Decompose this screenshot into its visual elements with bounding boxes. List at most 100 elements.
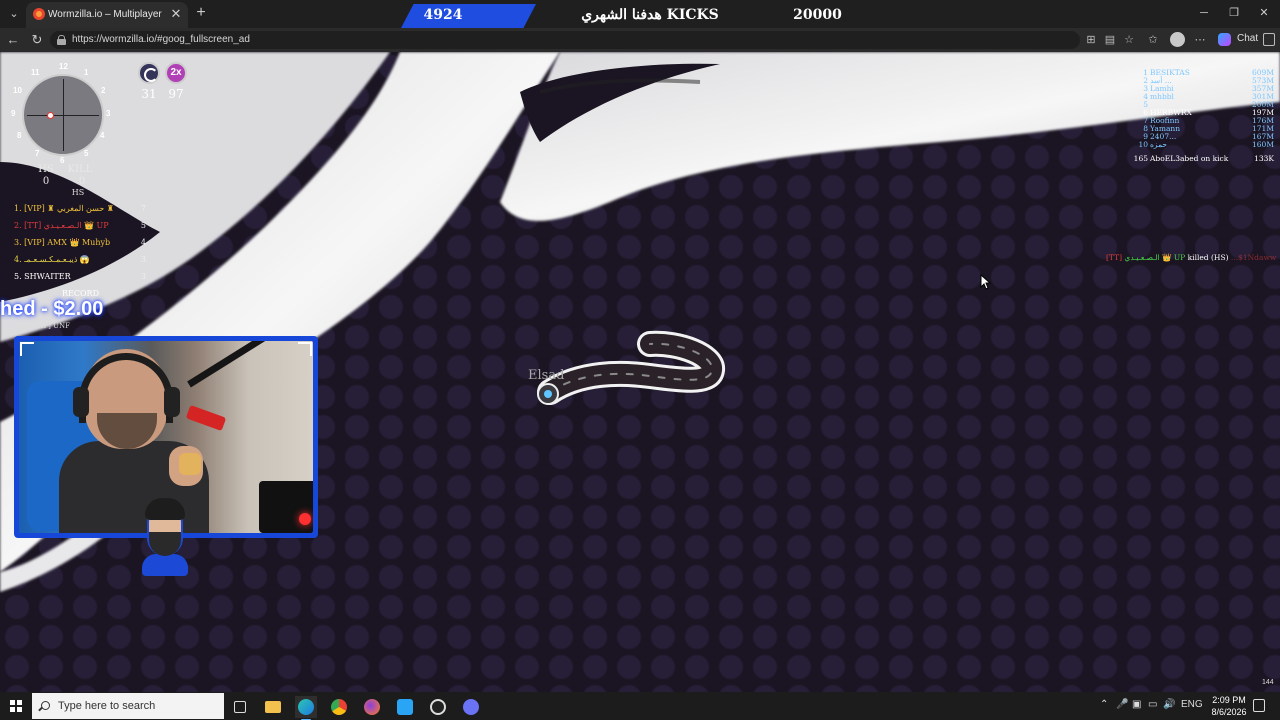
killfeed-tag: [TT]: [1106, 253, 1122, 262]
minimap-player-marker: [47, 112, 54, 119]
streamer-avatar-hair: [145, 498, 185, 520]
double-score-icon: 2x: [165, 62, 187, 84]
clock-11: 11: [31, 68, 40, 77]
kill-value: 0: [78, 176, 86, 187]
clock-9: 9: [11, 109, 16, 118]
minimize-icon[interactable]: ─: [1197, 5, 1211, 21]
clock-10: 10: [13, 86, 22, 95]
banner-current-value: 4924: [423, 7, 463, 23]
kill-leader-value: 3: [140, 272, 146, 281]
ring-buff-icon: [138, 62, 160, 84]
kill-leader-name: 5. SHWAITER: [14, 272, 71, 281]
clock-5: 5: [84, 149, 89, 158]
chrome-icon[interactable]: [328, 696, 350, 718]
kill-leaderboard-row: 3. [VIP] AMX 👑 Muhyb 4: [14, 238, 146, 252]
killfeed-action: killed (HS): [1187, 253, 1229, 262]
kill-feed: [TT] الـصـعـيـدي 👑 UP killed (HS) ...$1N…: [1106, 253, 1278, 265]
language-indicator[interactable]: ENG: [1181, 699, 1203, 710]
network-icon[interactable]: ▭: [1148, 699, 1157, 710]
reader-view-icon[interactable]: ▤: [1103, 33, 1117, 47]
browser-tab[interactable]: Wormzilla.io – Multiplayer Snake G ✕: [26, 2, 188, 28]
cam-headset-ear-left: [73, 387, 89, 417]
address-bar[interactable]: https://wormzilla.io/#goog_fullscreen_ad: [50, 31, 1080, 49]
kill-leaderboard-row: 2. [TT] الـصـعـيـدي 👑 UP 5: [14, 221, 146, 235]
taskbar-date[interactable]: 8/6/2026: [1206, 707, 1252, 717]
hs-value: 0: [42, 176, 50, 187]
killfeed-victim: ...$1Ndaww: [1230, 253, 1277, 262]
apps-icon[interactable]: ⊞: [1084, 33, 1098, 47]
favorite-star-icon[interactable]: ☆: [1122, 33, 1136, 47]
browser-toolbar: ← ↻ https://wormzilla.io/#goog_fullscree…: [0, 28, 1280, 52]
new-tab-button[interactable]: +: [192, 4, 210, 22]
donation-alert: hed - $2.00: [0, 296, 132, 322]
kill-leader-value: 7: [140, 204, 146, 213]
my-rank: 165: [1133, 154, 1148, 163]
microphone-icon[interactable]: 🎤: [1116, 699, 1128, 710]
taskbar-time[interactable]: 2:09 PM: [1206, 695, 1252, 705]
task-view-icon[interactable]: [229, 696, 251, 718]
close-window-icon[interactable]: ✕: [1257, 5, 1271, 21]
clock-2: 2: [101, 86, 106, 95]
windows-start-icon[interactable]: [10, 700, 22, 712]
sidebar-toggle-icon[interactable]: [1263, 33, 1275, 46]
clock-3: 3: [106, 109, 111, 118]
back-arrow-icon[interactable]: ←: [5, 32, 21, 48]
show-hidden-icons[interactable]: ⌃: [1100, 699, 1108, 710]
kill-leader-name: 1. [VIP] ♜ حسن المغربي ♜: [14, 204, 114, 213]
kill-leader-name: 3. [VIP] AMX 👑 Muhyb: [14, 238, 111, 247]
obs-icon[interactable]: [427, 696, 449, 718]
donation-sub-text: 2. [VIP] UNF: [24, 322, 71, 330]
leaderboard-name: حمزه: [1150, 140, 1168, 149]
mouse-cursor-icon: [980, 274, 992, 290]
cam-pc-led: [299, 513, 311, 525]
my-score: 133K: [1254, 154, 1274, 163]
minimap-zoom-label: 1x: [104, 153, 113, 162]
kill-leader-name: 4. ذيبـعـمـكـسـعـمـ 😱: [14, 255, 90, 264]
kill-leader-name: 2. [TT] الـصـعـيـدي 👑 UP: [14, 221, 109, 230]
clock-8: 8: [17, 131, 22, 140]
kill-leader-value: 4: [140, 238, 146, 247]
cam-corner-tr: [298, 342, 312, 356]
file-explorer-icon[interactable]: [262, 696, 284, 718]
kill-leader-value: 5: [140, 221, 146, 230]
banner-goal-value: 20000: [793, 7, 842, 23]
cam-headset-ear-right: [164, 387, 180, 417]
discord-icon[interactable]: [460, 696, 482, 718]
killfeed-killer: الـصـعـيـدي 👑 UP: [1124, 253, 1186, 262]
edge-browser-icon[interactable]: [295, 696, 317, 720]
clock-4: 4: [100, 131, 105, 140]
clock-7: 7: [35, 149, 40, 158]
wormzilla-favicon-icon: [33, 8, 45, 20]
search-icon: [41, 701, 50, 710]
volume-icon[interactable]: 🔊: [1163, 699, 1175, 710]
banner-title: هدفنا الشهري KICKS: [581, 7, 719, 23]
copilot-icon[interactable]: [1218, 33, 1231, 46]
stream-goal-banner: 4924 هدفنا الشهري KICKS 20000: [400, 4, 855, 30]
chat-button[interactable]: Chat: [1237, 33, 1258, 44]
hs-sub-label: HS: [71, 188, 85, 197]
streamer-avatar: [138, 496, 192, 576]
close-tab-icon[interactable]: ✕: [168, 6, 184, 22]
clock-12: 12: [59, 62, 68, 71]
more-menu-icon[interactable]: ⋯: [1193, 33, 1207, 47]
kill-leader-value: 3: [140, 255, 146, 264]
taskbar-search-box[interactable]: Type here to search: [32, 693, 224, 719]
windows-taskbar: Type here to search ⌃ 🎤 ▣ ▭ 🔊 ENG 2:09 P…: [0, 692, 1280, 720]
url-text[interactable]: https://wormzilla.io/#goog_fullscreen_ad: [72, 34, 250, 45]
restore-icon[interactable]: ❐: [1227, 5, 1241, 21]
streamer-avatar-shirt: [142, 554, 188, 576]
browser-titlebar: ⌄ Wormzilla.io – Multiplayer Snake G ✕ +…: [0, 0, 1280, 30]
favorites-icon[interactable]: ✩: [1146, 33, 1160, 47]
app-icon-blue[interactable]: [394, 696, 416, 718]
notification-icon[interactable]: [1253, 699, 1265, 712]
minimap-clock: [22, 74, 104, 156]
leaderboard-rank: 10: [1138, 140, 1148, 149]
search-placeholder[interactable]: Type here to search: [58, 700, 155, 712]
game-canvas[interactable]: 12 1 2 3 4 5 6 7 8 9 10 11 1x HS 0 KILL …: [0, 52, 1280, 692]
cam-food: [179, 453, 201, 475]
tab-actions-menu-icon[interactable]: ⌄: [6, 6, 22, 22]
refresh-icon[interactable]: ↻: [29, 32, 45, 48]
firefox-icon[interactable]: [361, 696, 383, 718]
meet-now-icon[interactable]: ▣: [1132, 699, 1141, 710]
profile-avatar[interactable]: [1170, 32, 1185, 47]
